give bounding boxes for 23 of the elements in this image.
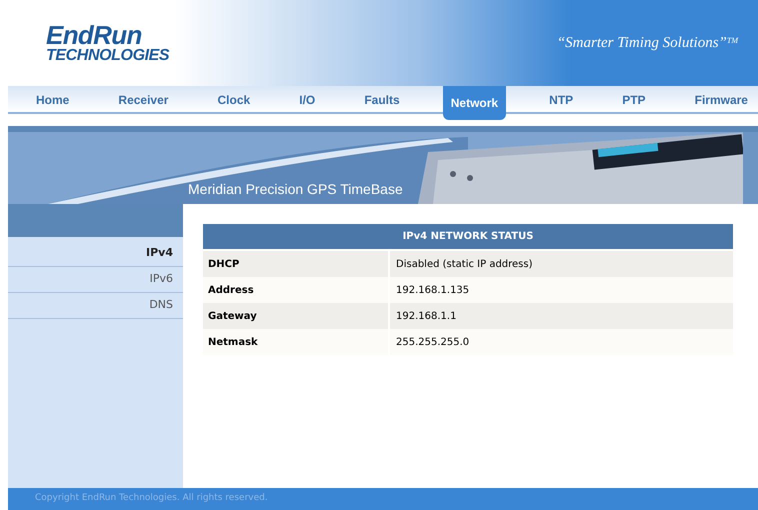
table-cell: 192.168.1.1 [390, 303, 733, 329]
table-cell: DHCP [203, 251, 388, 277]
nav-tab[interactable]: PTP [616, 86, 652, 114]
copyright-text: Copyright EndRun Technologies. All rights reserved. [35, 492, 268, 506]
nav-tab[interactable]: Network [442, 86, 506, 120]
nav-tab[interactable]: Firmware [688, 86, 754, 114]
table-cell: Address [203, 277, 388, 303]
nav-tab[interactable]: Receiver [112, 86, 174, 114]
nav-tab[interactable]: I/O [293, 86, 322, 114]
table-header: IPv4 NETWORK STATUS [203, 224, 733, 249]
table-cell: Gateway [203, 303, 388, 329]
nav-tab[interactable]: Clock [212, 86, 256, 114]
logo-subtitle: TECHNOLOGIES [46, 48, 170, 64]
tagline: “Smarter Timing Solutions”$^{TM}$ [556, 34, 740, 53]
nav-tab[interactable]: Home [30, 86, 76, 114]
banner-title: Meridian Precision GPS TimeBase [188, 180, 403, 199]
logo-wordmark: EndRun [46, 22, 142, 48]
table-cell: 255.255.255.0 [390, 329, 733, 355]
table-cell: 192.168.1.135 [390, 277, 733, 303]
table-cell: Netmask [203, 329, 388, 355]
nav-tab[interactable]: Faults [358, 86, 406, 114]
table-cell: Disabled (static IP address) [390, 251, 733, 277]
nav-tab[interactable]: NTP [543, 86, 580, 114]
